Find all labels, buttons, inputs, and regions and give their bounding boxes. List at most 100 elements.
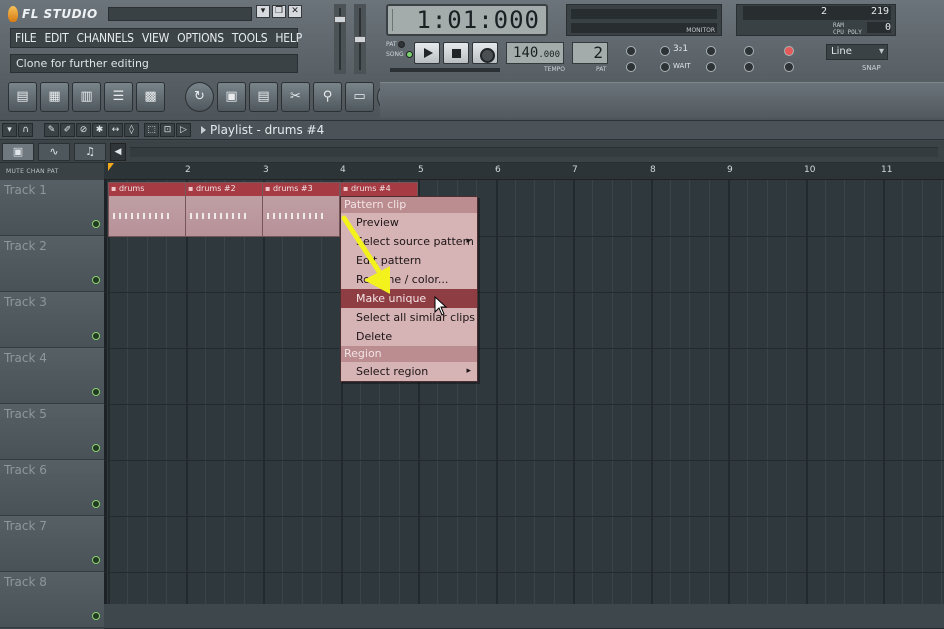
tempo-display[interactable]: 140.000: [506, 42, 564, 64]
metronome-icon[interactable]: [626, 62, 636, 72]
ruler-bar-number: 11: [881, 165, 893, 175]
export-icon[interactable]: ▤: [249, 82, 278, 112]
playlist-grid[interactable]: 2 3 4 5 6 7 8 9 10 11 drums drums #2 dru…: [104, 163, 944, 629]
tab-pattern-mode[interactable]: ▣: [2, 143, 34, 161]
track-row[interactable]: Track 8: [0, 572, 104, 628]
menu-edit[interactable]: EDIT: [40, 31, 72, 45]
track-mute-led-icon[interactable]: [92, 556, 100, 564]
track-row[interactable]: Track 1: [0, 180, 104, 236]
master-volume-slider[interactable]: [334, 4, 346, 74]
track-row[interactable]: Track 6: [0, 460, 104, 516]
record-blend-icon[interactable]: [784, 46, 794, 56]
track-row[interactable]: Track 3: [0, 292, 104, 348]
track-row[interactable]: Track 4: [0, 348, 104, 404]
zoom-tool-icon[interactable]: ⊡: [160, 123, 175, 137]
playlist-title[interactable]: Playlist - drums #4: [200, 123, 324, 137]
wait-for-input-icon[interactable]: [660, 62, 670, 72]
playlist-icon[interactable]: ▤: [8, 82, 37, 112]
browser-icon[interactable]: ☰: [104, 82, 133, 112]
track-mute-led-icon[interactable]: [92, 220, 100, 228]
track-mute-led-icon[interactable]: [92, 388, 100, 396]
step-edit-icon[interactable]: [706, 46, 716, 56]
pat-led-icon[interactable]: [398, 41, 406, 48]
playback-tool-icon[interactable]: ▷: [176, 123, 191, 137]
menu-help[interactable]: HELP: [271, 31, 306, 45]
play-button[interactable]: [414, 42, 440, 64]
track-row[interactable]: Track 7: [0, 516, 104, 572]
main-toolbar: FL STUDIO ▾ ❐ ✕ FILE EDIT CHANNELS VIEW …: [0, 0, 944, 121]
pat-song-switch[interactable]: PAT SONG: [386, 40, 413, 60]
ram-label: RAM: [833, 22, 844, 29]
grid-row-line: [104, 460, 944, 461]
horizontal-scrollbar[interactable]: [130, 147, 938, 157]
tab-audio[interactable]: ♫: [74, 143, 106, 161]
track-mute-led-icon[interactable]: [92, 500, 100, 508]
mute-tool-icon[interactable]: ✱: [92, 123, 107, 137]
loop-record-icon[interactable]: [706, 62, 716, 72]
multilink-icon[interactable]: [784, 62, 794, 72]
ram-value: 2: [743, 6, 831, 20]
song-led-icon[interactable]: [405, 51, 413, 58]
minimize-button[interactable]: ▾: [256, 5, 270, 18]
hint-bar: Clone for further editing: [10, 54, 298, 73]
grid-line: [669, 180, 671, 604]
track-name: Track 3: [4, 295, 47, 309]
typing-keyboard-icon[interactable]: [626, 46, 636, 56]
menu-channels[interactable]: CHANNELS: [73, 31, 138, 45]
playlist-menu-icon[interactable]: ▾: [2, 123, 17, 137]
grid-line: [863, 180, 865, 604]
timeline-ruler[interactable]: 2 3 4 5 6 7 8 9 10 11: [104, 163, 944, 180]
close-button[interactable]: ✕: [288, 5, 302, 18]
pattern-clip[interactable]: drums #2: [185, 182, 263, 237]
paint-tool-icon[interactable]: ✐: [60, 123, 75, 137]
track-row[interactable]: Track 2: [0, 236, 104, 292]
step-sequencer-icon[interactable]: ▦: [40, 82, 69, 112]
draw-tool-icon[interactable]: ✎: [44, 123, 59, 137]
tab-automation[interactable]: ∿: [38, 143, 70, 161]
zoom-icon[interactable]: ⚲: [313, 82, 342, 112]
menu-item-select-region[interactable]: Select region ▸: [341, 362, 477, 381]
track-name: Track 7: [4, 519, 47, 533]
countdown-icon[interactable]: [660, 46, 670, 56]
delete-tool-icon[interactable]: ⊘: [76, 123, 91, 137]
slip-tool-icon[interactable]: ↔: [108, 123, 123, 137]
select-tool-icon[interactable]: ⬚: [144, 123, 159, 137]
track-row[interactable]: Track 5: [0, 404, 104, 460]
cut-icon[interactable]: ✂: [281, 82, 310, 112]
restore-button[interactable]: ❐: [272, 5, 286, 18]
recording-filter-icon[interactable]: [744, 46, 754, 56]
slice-tool-icon[interactable]: ◊: [124, 123, 139, 137]
track-mute-led-icon[interactable]: [92, 444, 100, 452]
snap-select[interactable]: Line: [826, 44, 888, 60]
stop-button[interactable]: [443, 42, 469, 64]
scroll-left-button[interactable]: ◀: [110, 143, 126, 161]
mixer-icon[interactable]: ▩: [136, 82, 165, 112]
refresh-icon[interactable]: ↻: [185, 82, 214, 112]
piano-roll-icon[interactable]: ▥: [72, 82, 101, 112]
pattern-display[interactable]: 2: [572, 42, 608, 64]
menu-options[interactable]: OPTIONS: [173, 31, 228, 45]
save-as-icon[interactable]: ▣: [217, 82, 246, 112]
master-pitch-slider[interactable]: [354, 4, 366, 74]
record-button[interactable]: [472, 42, 498, 64]
track-mute-led-icon[interactable]: [92, 612, 100, 620]
menu-file[interactable]: FILE: [11, 31, 40, 45]
song-position-slider[interactable]: [390, 68, 500, 72]
grid-line: [166, 180, 168, 604]
pattern-clip[interactable]: drums #3: [262, 182, 340, 237]
menu-tools[interactable]: TOOLS: [228, 31, 271, 45]
track-mute-led-icon[interactable]: [92, 332, 100, 340]
menu-item-select-similar-clips[interactable]: Select all similar clips: [341, 308, 477, 327]
menu-bar: FILE EDIT CHANNELS VIEW OPTIONS TOOLS HE…: [10, 28, 302, 48]
grid-line: [263, 180, 265, 604]
track-mute-led-icon[interactable]: [92, 276, 100, 284]
grid-line: [185, 180, 188, 604]
project-info-icon[interactable]: ▭: [345, 82, 374, 112]
pattern-clip[interactable]: drums: [108, 182, 186, 237]
track-name: Track 6: [4, 463, 47, 477]
scroll-icon[interactable]: [744, 62, 754, 72]
menu-view[interactable]: VIEW: [138, 31, 173, 45]
magnet-icon[interactable]: ∩: [18, 123, 33, 137]
menu-item-delete[interactable]: Delete: [341, 327, 477, 346]
playhead-marker-icon[interactable]: [108, 163, 114, 171]
